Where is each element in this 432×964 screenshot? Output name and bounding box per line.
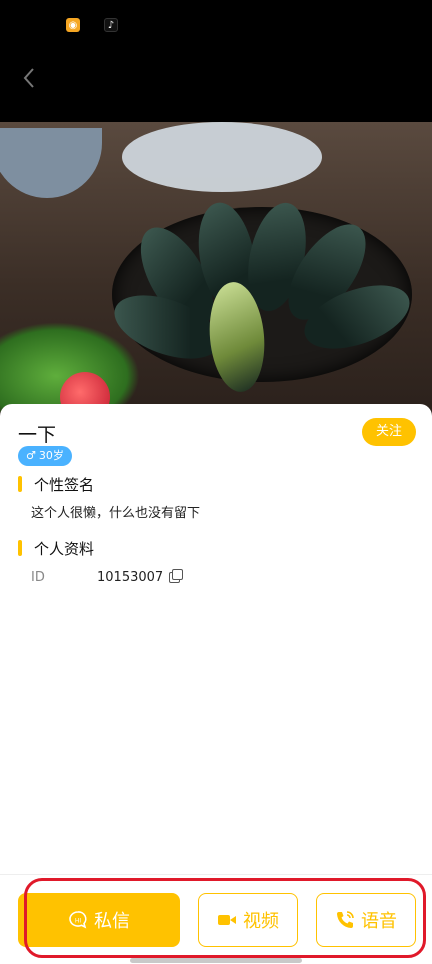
id-label: ID xyxy=(31,570,45,585)
back-icon xyxy=(23,68,34,88)
gender-age-badge: ♂ 30岁 xyxy=(18,446,72,466)
signature-title: 个性签名 xyxy=(18,474,94,495)
video-call-button[interactable]: 视频 xyxy=(198,893,298,947)
tiktok-icon: ♪ xyxy=(104,18,118,32)
message-button[interactable]: HI 私信 xyxy=(18,893,180,947)
profile-photo[interactable] xyxy=(0,122,432,422)
profile-info-title: 个人资料 xyxy=(18,538,94,559)
male-icon: ♂ xyxy=(26,449,36,462)
video-icon xyxy=(217,912,237,928)
voice-call-button[interactable]: 语音 xyxy=(316,893,416,947)
follow-button[interactable]: 关注 xyxy=(362,418,416,446)
svg-text:HI: HI xyxy=(75,918,82,925)
chat-icon: HI xyxy=(68,910,88,930)
back-button[interactable] xyxy=(16,64,44,92)
video-label: 视频 xyxy=(243,911,279,932)
weibo-icon: ◉ xyxy=(66,18,80,32)
id-value: 10153007 xyxy=(97,570,164,585)
id-value-row: 10153007 xyxy=(97,569,184,585)
copy-icon[interactable] xyxy=(169,569,184,583)
signature-text: 这个人很懒，什么也没有留下 xyxy=(31,506,201,521)
profile-panel: 一下 ♂ 30岁 关注 个性签名 这个人很懒，什么也没有留下 个人资料 ID 1… xyxy=(0,404,432,874)
user-name: 一下 xyxy=(18,424,57,446)
status-icons: ◉ ♪ xyxy=(66,18,118,32)
phone-icon xyxy=(335,910,355,930)
home-indicator xyxy=(130,958,302,963)
top-header: ◉ ♪ xyxy=(0,0,432,122)
voice-label: 语音 xyxy=(361,911,397,932)
age-text: 30岁 xyxy=(38,449,64,462)
photo-plate xyxy=(122,122,322,192)
message-label: 私信 xyxy=(94,911,130,932)
action-bar: HI 私信 视频 语音 xyxy=(0,874,432,964)
